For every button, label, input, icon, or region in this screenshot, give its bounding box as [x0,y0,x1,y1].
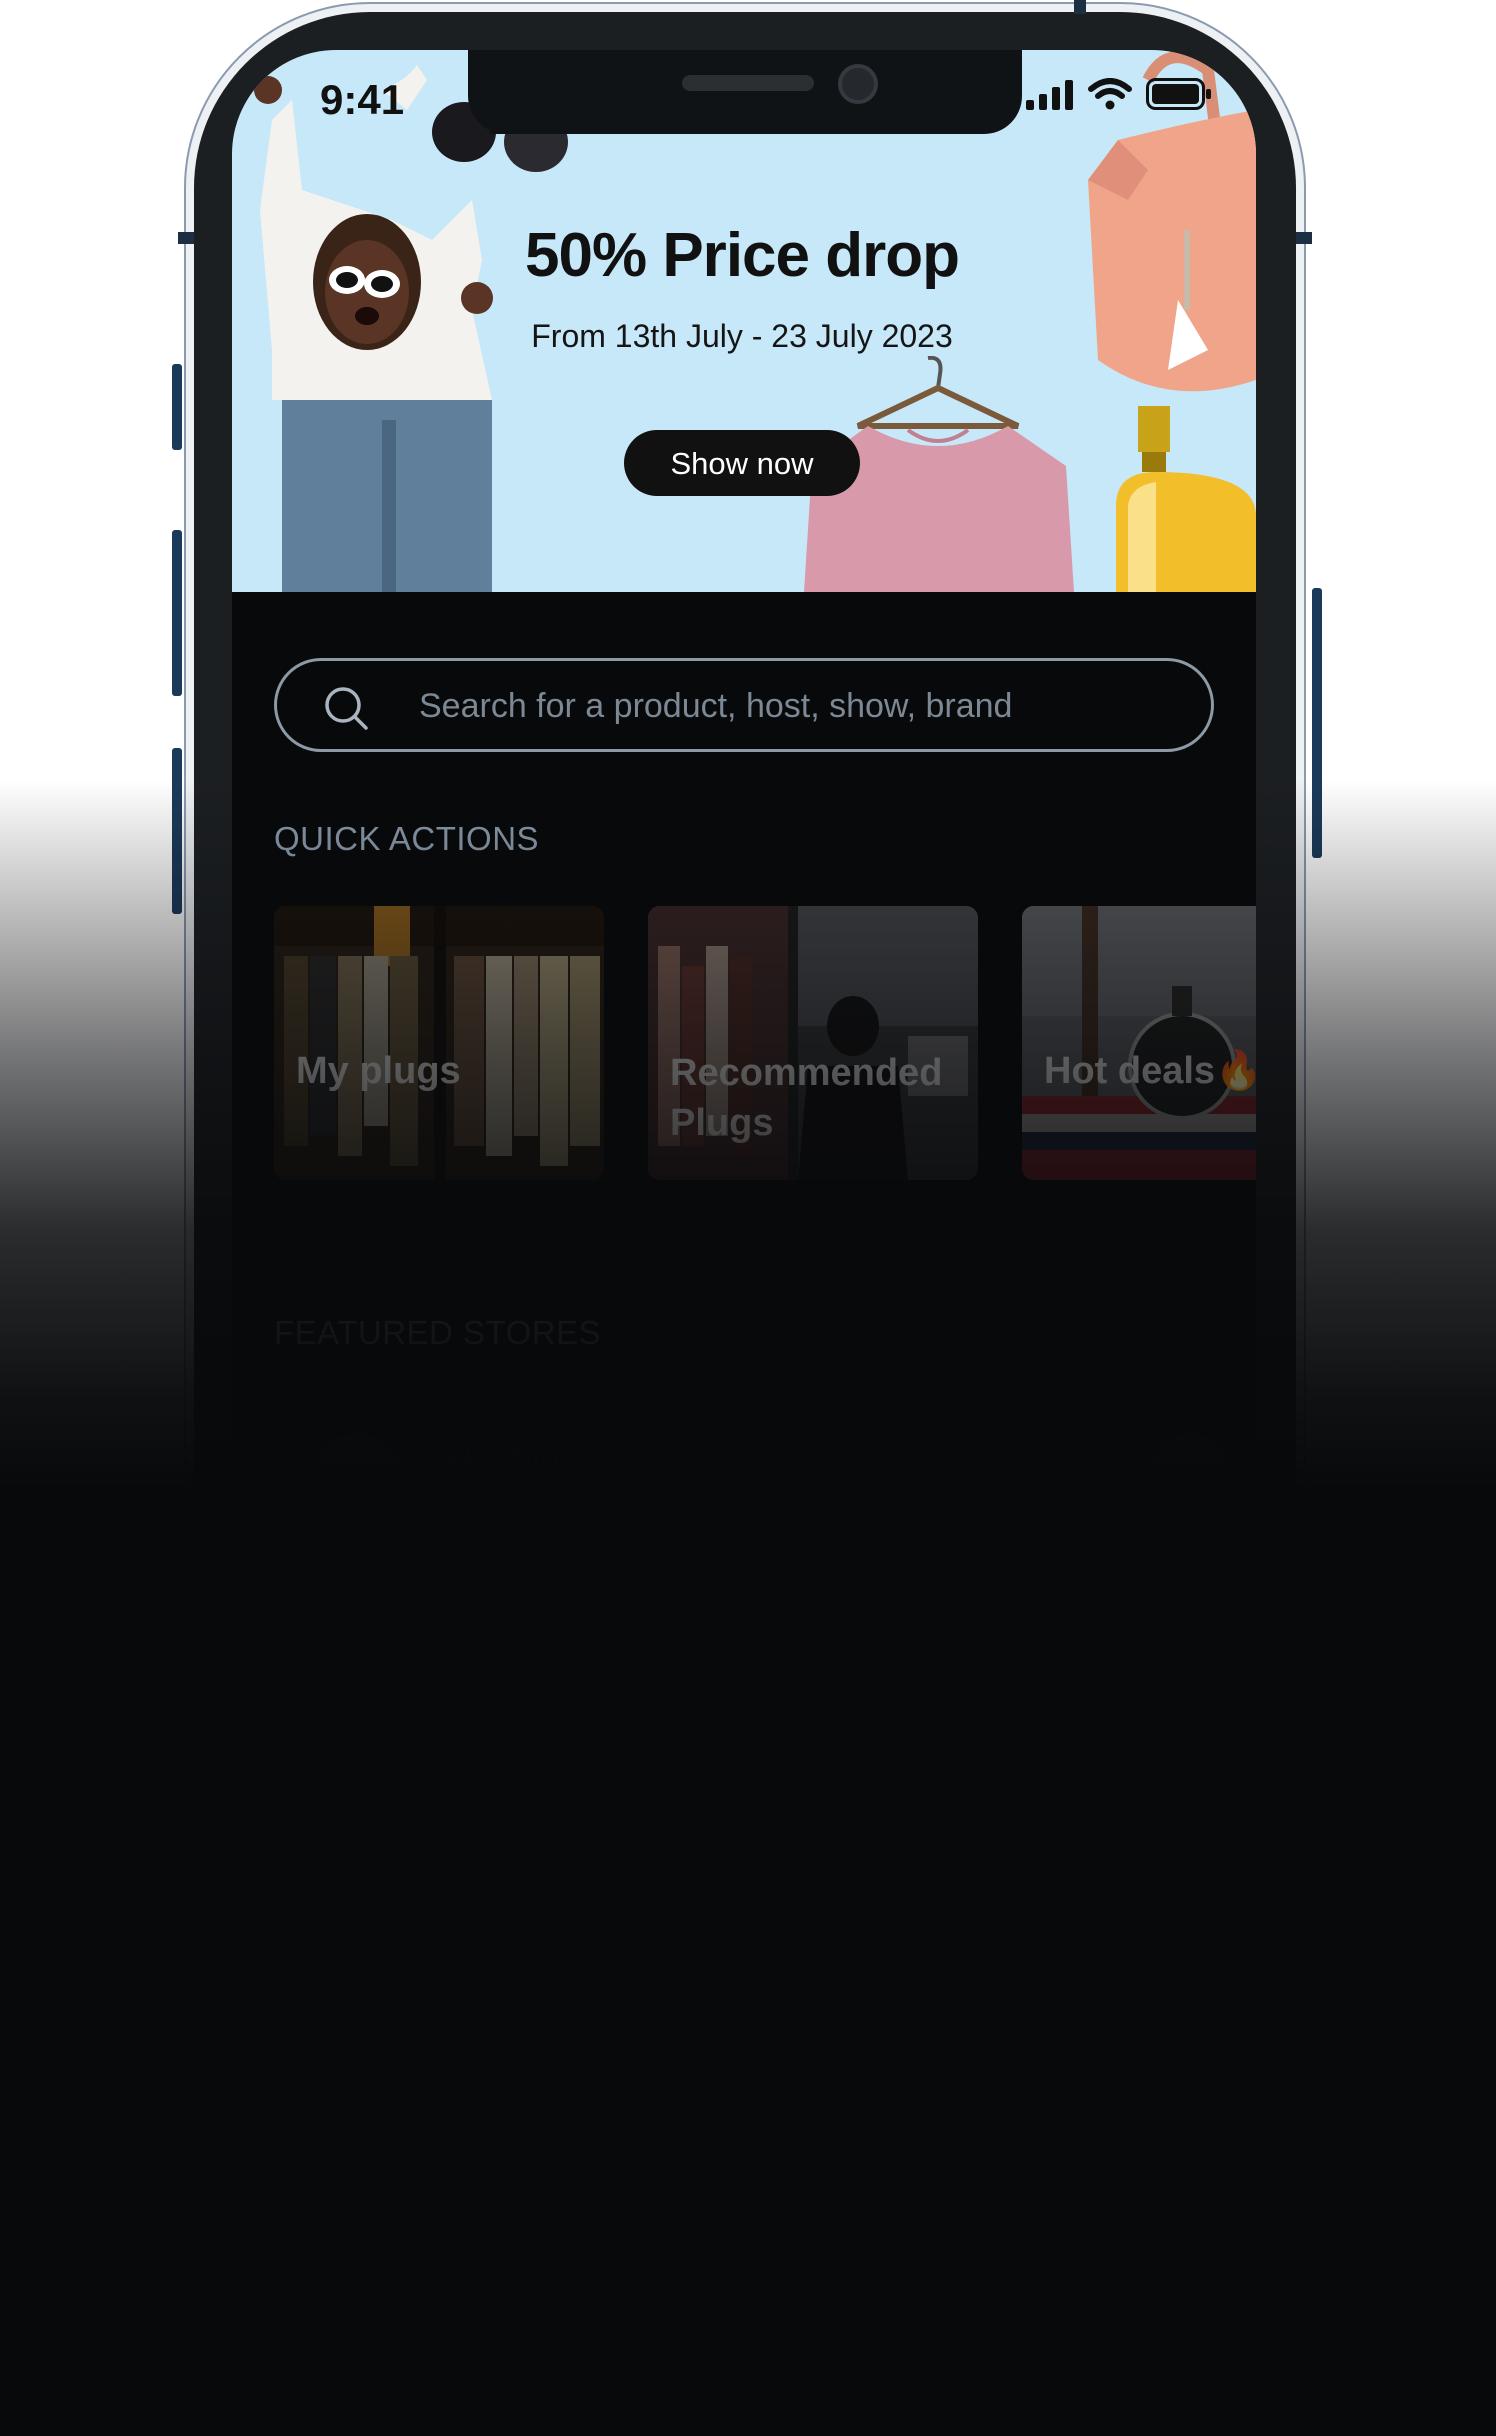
search-bar[interactable] [274,658,1214,752]
front-camera [838,64,878,104]
store-follow-button[interactable] [1148,1434,1232,1518]
promo-banner: 9:41 50% Price drop From 13th July - 23 … [232,50,1256,592]
antenna-line [178,232,194,244]
antenna-line [1296,232,1312,244]
search-icon [325,687,368,730]
show-now-button[interactable]: Show now [624,430,860,496]
quick-action-label: Recommended Plugs [670,1052,943,1144]
volume-up-button [172,530,182,696]
antenna-line [1074,0,1086,14]
promo-title: 50% Price drop [525,221,960,290]
quick-action-my-plugs[interactable]: My plugs [274,906,604,1180]
volume-down-button [172,748,182,914]
perfume-photo [1116,406,1256,592]
quick-action-label: Hot deals🔥 [1044,1050,1256,1092]
power-button [1312,588,1322,858]
signal-icon [1026,80,1073,110]
store-card[interactable]: Nike Store [274,1402,1256,1532]
status-icons [1026,78,1212,110]
phone-screen: 9:41 50% Price drop From 13th July - 23 … [232,50,1256,1890]
status-time: 9:41 [320,76,405,123]
quick-action-recommended-plugs[interactable]: Recommended Plugs [648,906,978,1180]
quick-action-hot-deals[interactable]: Hot deals🔥 [1022,906,1256,1180]
notch [468,50,1022,134]
promo-dates: From 13th July - 23 July 2023 [531,318,953,354]
app-mockup: 9:41 50% Price drop From 13th July - 23 … [0,0,1496,2436]
speaker [682,75,814,91]
search-input[interactable] [417,679,1181,733]
battery-icon [1146,78,1211,110]
card-overlay [1022,906,1256,1180]
store-name: Nike Store [434,1438,589,1475]
quick-action-label: My plugs [296,1050,461,1092]
featured-stores-heading: FEATURED STORES [274,1314,602,1351]
store-avatar [308,1434,406,1532]
quick-actions-heading: QUICK ACTIONS [274,820,540,857]
wifi-icon [1088,78,1132,110]
silent-switch [172,364,182,450]
card-overlay [274,906,604,1180]
